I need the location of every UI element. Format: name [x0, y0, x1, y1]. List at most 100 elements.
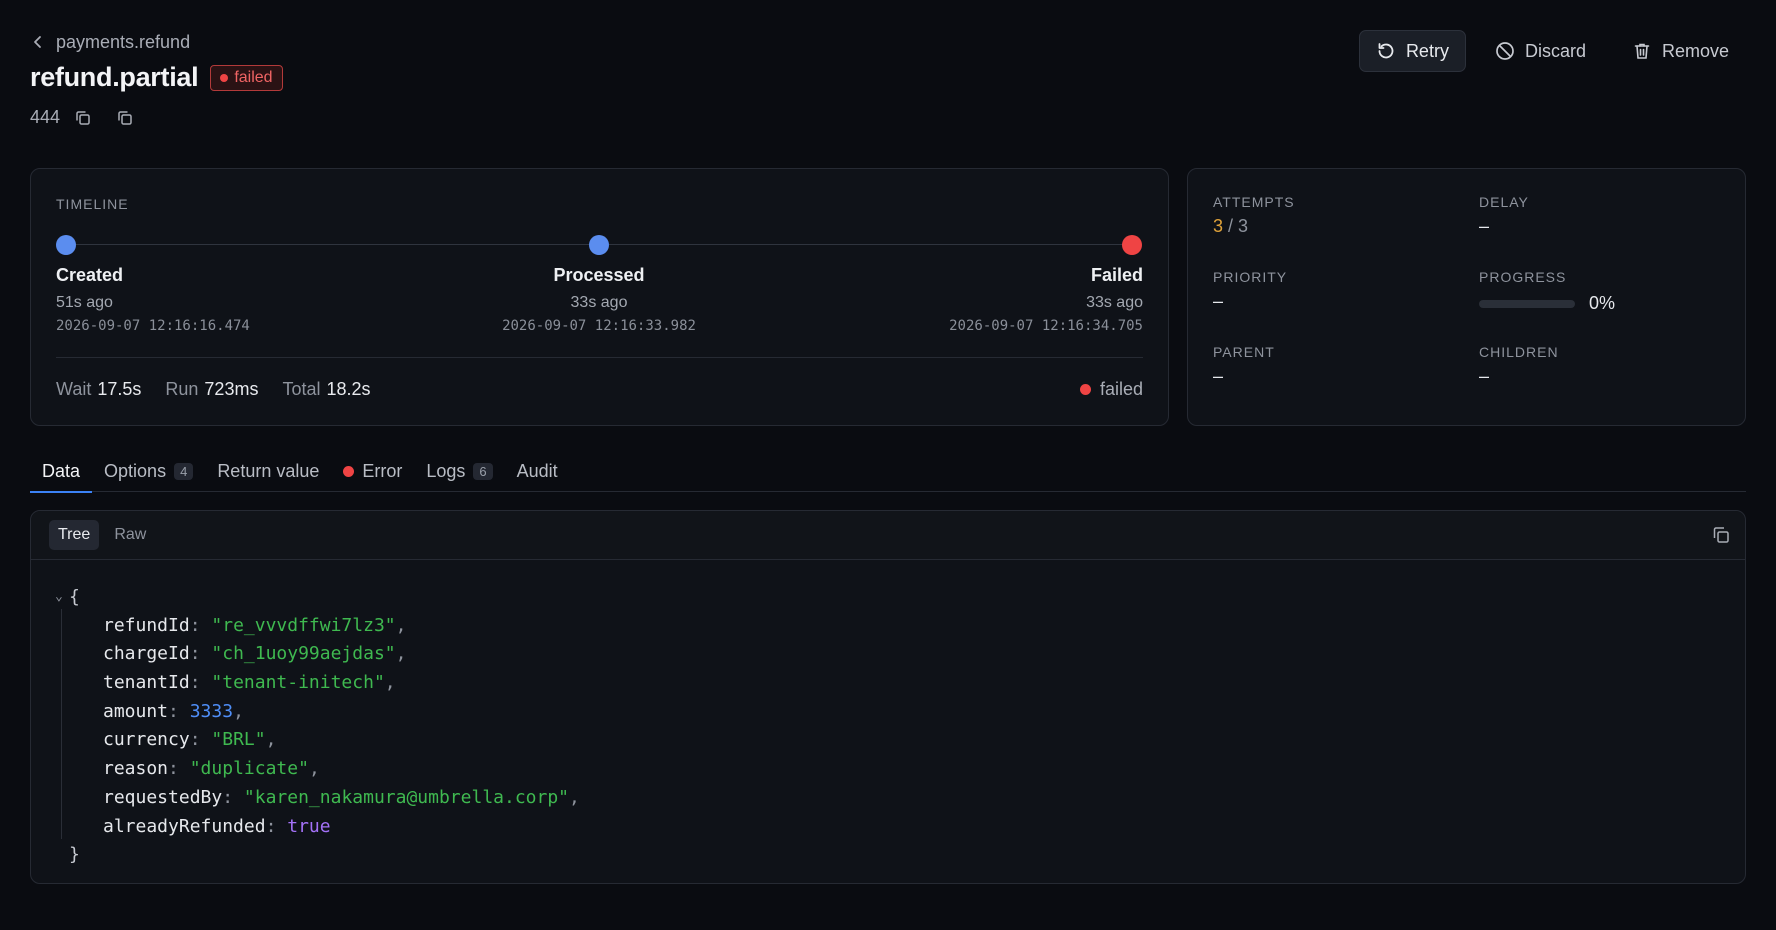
delay-field: DELAY –	[1479, 194, 1529, 237]
tab-label: Logs	[426, 460, 466, 481]
remove-button[interactable]: Remove	[1615, 30, 1746, 72]
timeline-step-created: Created 51s ago 2026-09-07 12:16:16.474	[56, 265, 250, 334]
step-name: Processed	[553, 265, 645, 285]
step-name: Failed	[1090, 265, 1143, 285]
retry-label: Retry	[1405, 40, 1449, 61]
json-field-row: chargeId: "ch_1uoy99aejdas",	[55, 640, 580, 669]
json-key: reason	[103, 758, 169, 780]
progress-field: PROGRESS 0%	[1479, 269, 1615, 314]
json-key: refundId	[103, 614, 190, 636]
tab-return-value[interactable]: Return value	[205, 450, 331, 492]
json-colon: :	[168, 758, 190, 780]
error-dot-icon	[343, 465, 355, 477]
json-comma: ,	[384, 672, 396, 694]
retry-button[interactable]: Retry	[1358, 30, 1466, 72]
timeline-node-failed	[1122, 235, 1142, 255]
json-colon: :	[265, 815, 288, 837]
json-field-row: alreadyRefunded: true	[55, 813, 580, 842]
json-key: requestedBy	[103, 786, 223, 808]
json-fields: refundId: "re_vvvdffwi7lz3", chargeId: "c…	[55, 612, 580, 842]
step-ago: 51s ago	[56, 294, 113, 311]
step-ago: 33s ago	[1086, 294, 1143, 311]
json-value: true	[287, 815, 331, 837]
tab-logs[interactable]: Logs 6	[414, 450, 504, 492]
progress-value: 0%	[1589, 293, 1616, 313]
json-field-row: requestedBy: "karen_nakamura@umbrella.co…	[55, 784, 580, 813]
run-value: 723ms	[204, 379, 259, 399]
json-colon: :	[222, 786, 244, 808]
json-value: "duplicate"	[189, 758, 309, 780]
json-comma: ,	[395, 643, 407, 665]
json-value: 3333	[189, 700, 234, 722]
view-mode-raw[interactable]: Raw	[105, 520, 155, 550]
json-open-line[interactable]: ⌄{	[55, 583, 580, 612]
json-key: tenantId	[103, 672, 190, 694]
priority-value: –	[1213, 291, 1224, 311]
children-label: CHILDREN	[1479, 344, 1559, 360]
json-field-row: reason: "duplicate",	[55, 755, 580, 784]
step-ago: 33s ago	[570, 294, 628, 311]
timeline-node-created	[56, 235, 76, 255]
total-value: 18.2s	[326, 379, 371, 399]
json-colon: :	[189, 614, 212, 636]
status-badge-label: failed	[234, 68, 273, 86]
tab-audit[interactable]: Audit	[505, 450, 570, 492]
run-label: Run	[165, 379, 199, 399]
timeline-status-label: failed	[1099, 379, 1143, 399]
chevron-left-icon[interactable]	[30, 34, 46, 50]
parent-value: –	[1213, 366, 1224, 386]
page-header: payments.refund refund.partial failed 44…	[30, 28, 1746, 138]
children-field: CHILDREN –	[1479, 344, 1559, 387]
parent-label: PARENT	[1213, 344, 1275, 360]
json-tree: ⌄{ refundId: "re_vvvdffwi7lz3", chargeId:…	[55, 583, 580, 870]
json-field-row: tenantId: "tenant-initech",	[55, 669, 580, 698]
json-key: alreadyRefunded	[103, 815, 266, 837]
view-mode-bar: Tree Raw	[31, 511, 1745, 560]
copy-link-icon[interactable]	[116, 109, 134, 127]
divider	[56, 357, 1143, 358]
discard-label: Discard	[1524, 40, 1586, 61]
tab-label: Error	[362, 460, 403, 481]
total-label: Total	[282, 379, 321, 399]
breadcrumb-parent[interactable]: payments.refund	[56, 32, 190, 53]
tab-label: Data	[42, 460, 81, 481]
json-colon: :	[168, 700, 190, 722]
json-key: amount	[103, 700, 169, 722]
priority-label: PRIORITY	[1213, 269, 1288, 285]
tab-data[interactable]: Data	[30, 450, 93, 493]
page-title: refund.partial	[30, 62, 199, 92]
json-value: "BRL"	[211, 729, 266, 751]
tab-label: Options	[104, 460, 167, 481]
json-colon: :	[189, 729, 212, 751]
copy-icon[interactable]	[1711, 525, 1731, 545]
tab-error[interactable]: Error	[331, 450, 414, 492]
json-key: chargeId	[103, 643, 190, 665]
open-brace: {	[69, 586, 80, 608]
json-colon: :	[189, 672, 212, 694]
status-dot-icon	[220, 73, 229, 82]
retry-icon	[1378, 43, 1394, 59]
tab-label: Audit	[516, 460, 558, 481]
json-colon: :	[189, 643, 212, 665]
tab-count-badge: 6	[473, 462, 493, 480]
discard-button[interactable]: Discard	[1478, 30, 1603, 72]
step-timestamp: 2026-09-07 12:16:33.982	[502, 318, 696, 334]
timeline-step-failed: Failed 33s ago 2026-09-07 12:16:34.705	[949, 265, 1143, 334]
children-value: –	[1479, 366, 1490, 386]
parent-field: PARENT –	[1213, 344, 1275, 387]
copy-icon[interactable]	[74, 109, 92, 127]
json-value: "karen_nakamura@umbrella.corp"	[243, 786, 570, 808]
ban-icon	[1496, 42, 1514, 60]
tab-count-badge: 4	[174, 462, 194, 480]
json-field-row: amount: 3333,	[55, 698, 580, 727]
json-comma: ,	[395, 614, 407, 636]
chevron-down-icon[interactable]: ⌄	[55, 583, 69, 612]
view-mode-tree[interactable]: Tree	[49, 520, 100, 550]
tab-options[interactable]: Options 4	[92, 450, 205, 492]
json-value: "ch_1uoy99aejdas"	[211, 643, 396, 665]
json-key: currency	[103, 729, 190, 751]
priority-field: PRIORITY –	[1213, 269, 1287, 312]
progress-bar	[1479, 299, 1575, 308]
tab-label: Return value	[217, 460, 320, 481]
timeline-label: TIMELINE	[56, 196, 129, 212]
